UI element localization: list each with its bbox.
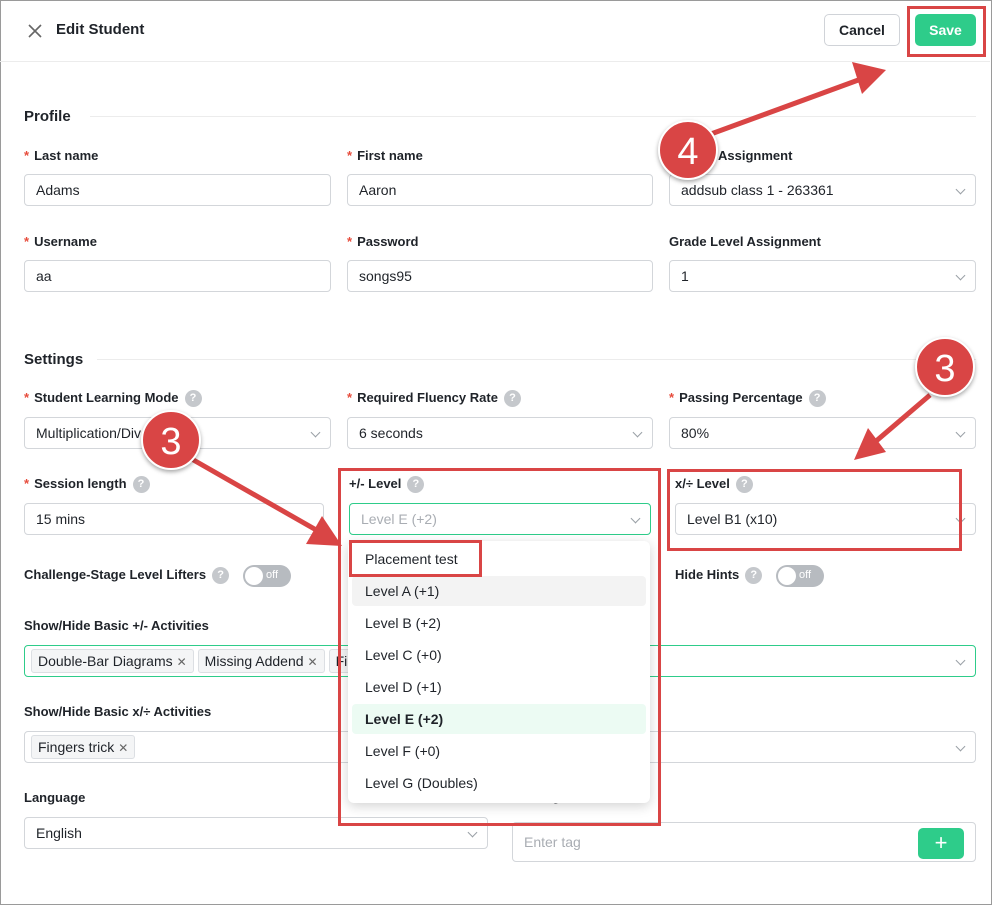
password-input[interactable]: songs95 xyxy=(347,260,653,292)
dropdown-item[interactable]: Level B (+2) xyxy=(352,608,646,638)
help-icon[interactable]: ? xyxy=(735,476,753,494)
help-icon[interactable]: ? xyxy=(503,390,521,408)
chevron-down-icon xyxy=(955,741,966,752)
page-title: Edit Student xyxy=(56,21,145,38)
assignment-select[interactable]: addsub class 1 - 263361 xyxy=(669,174,976,206)
level-dropdown: Placement test Level A (+1) Level B (+2)… xyxy=(348,541,650,803)
callout-badge-4: 4 xyxy=(658,120,718,180)
help-icon[interactable]: ? xyxy=(132,476,150,494)
chevron-down-icon xyxy=(955,513,966,524)
dropdown-item[interactable]: Level F (+0) xyxy=(352,736,646,766)
first-name-input[interactable]: Aaron xyxy=(347,174,653,206)
close-icon[interactable] xyxy=(24,20,46,42)
help-icon[interactable]: ? xyxy=(808,390,826,408)
add-tag-button[interactable]: + xyxy=(918,828,964,859)
addsub-activities-label: Show/Hide Basic +/- Activities xyxy=(24,618,209,633)
activity-tag: Fingers trick ✕ xyxy=(31,735,136,759)
chevron-down-icon xyxy=(955,184,966,195)
help-icon[interactable]: ? xyxy=(745,567,763,585)
dropdown-item-selected[interactable]: Level E (+2) xyxy=(352,704,646,734)
close-icon[interactable]: ✕ xyxy=(177,655,187,669)
last-name-label: * Last name xyxy=(24,148,99,163)
chevron-down-icon xyxy=(310,427,321,438)
hide-hints-toggle[interactable]: off xyxy=(776,565,824,587)
fluency-rate-select[interactable]: 6 seconds xyxy=(347,417,653,449)
assignment-label: Assignment xyxy=(718,148,793,163)
passing-percentage-label: * Passing Percentage? xyxy=(669,390,826,408)
chevron-down-icon xyxy=(467,827,478,838)
dropdown-item[interactable]: Level G (Doubles) xyxy=(352,768,646,798)
language-label: Language xyxy=(24,790,86,805)
grade-level-label: Grade Level Assignment xyxy=(669,234,821,249)
learning-mode-label: * Student Learning Mode? xyxy=(24,390,202,408)
help-icon[interactable]: ? xyxy=(212,567,230,585)
password-label: * Password xyxy=(347,234,419,249)
username-input[interactable]: aa xyxy=(24,260,331,292)
help-icon[interactable]: ? xyxy=(184,390,202,408)
session-length-label: * Session length? xyxy=(24,476,150,494)
muldiv-activities-label: Show/Hide Basic x/÷ Activities xyxy=(24,704,212,719)
last-name-input[interactable]: Adams xyxy=(24,174,331,206)
settings-divider xyxy=(97,359,976,360)
callout-badge-3-right: 3 xyxy=(915,337,975,397)
activity-tag: Missing Addend ✕ xyxy=(197,649,325,673)
toggle-knob xyxy=(778,567,796,585)
help-icon[interactable]: ? xyxy=(407,476,425,494)
activity-tag: Double-Bar Diagrams ✕ xyxy=(31,649,194,673)
chevron-down-icon xyxy=(630,513,641,524)
muldiv-level-label: x/÷ Level? xyxy=(675,476,753,494)
chevron-down-icon xyxy=(955,270,966,281)
dropdown-item[interactable]: Placement test xyxy=(352,544,646,574)
challenge-lifters-label: Challenge-Stage Level Lifters? xyxy=(24,567,230,585)
settings-section-title: Settings xyxy=(24,351,84,368)
profile-divider xyxy=(90,116,976,117)
challenge-lifters-toggle[interactable]: off xyxy=(243,565,291,587)
addsub-level-label: +/- Level? xyxy=(349,476,425,494)
tag-input[interactable]: Enter tag xyxy=(512,822,976,862)
first-name-label: * First name xyxy=(347,148,423,163)
dropdown-item[interactable]: Level C (+0) xyxy=(352,640,646,670)
grade-level-select[interactable]: 1 xyxy=(669,260,976,292)
close-icon[interactable]: ✕ xyxy=(308,655,318,669)
session-length-select[interactable]: 15 mins xyxy=(24,503,324,535)
cancel-button[interactable]: Cancel xyxy=(824,14,900,46)
addsub-level-select[interactable]: Level E (+2) xyxy=(349,503,651,535)
passing-percentage-select[interactable]: 80% xyxy=(669,417,976,449)
dropdown-item[interactable]: Level D (+1) xyxy=(352,672,646,702)
profile-section-title: Profile xyxy=(24,108,71,125)
username-label: * Username xyxy=(24,234,97,249)
dropdown-item[interactable]: Level A (+1) xyxy=(352,576,646,606)
chevron-down-icon xyxy=(632,427,643,438)
header: Edit Student Cancel Save xyxy=(0,0,990,62)
close-icon[interactable]: ✕ xyxy=(118,741,128,755)
toggle-knob xyxy=(245,567,263,585)
chevron-down-icon xyxy=(955,427,966,438)
hide-hints-label: Hide Hints? xyxy=(675,567,763,585)
muldiv-level-select[interactable]: Level B1 (x10) xyxy=(675,503,976,535)
fluency-rate-label: * Required Fluency Rate? xyxy=(347,390,521,408)
chevron-down-icon xyxy=(955,655,966,666)
language-select[interactable]: English xyxy=(24,817,488,849)
save-button[interactable]: Save xyxy=(915,14,976,46)
callout-badge-3-left: 3 xyxy=(141,410,201,470)
